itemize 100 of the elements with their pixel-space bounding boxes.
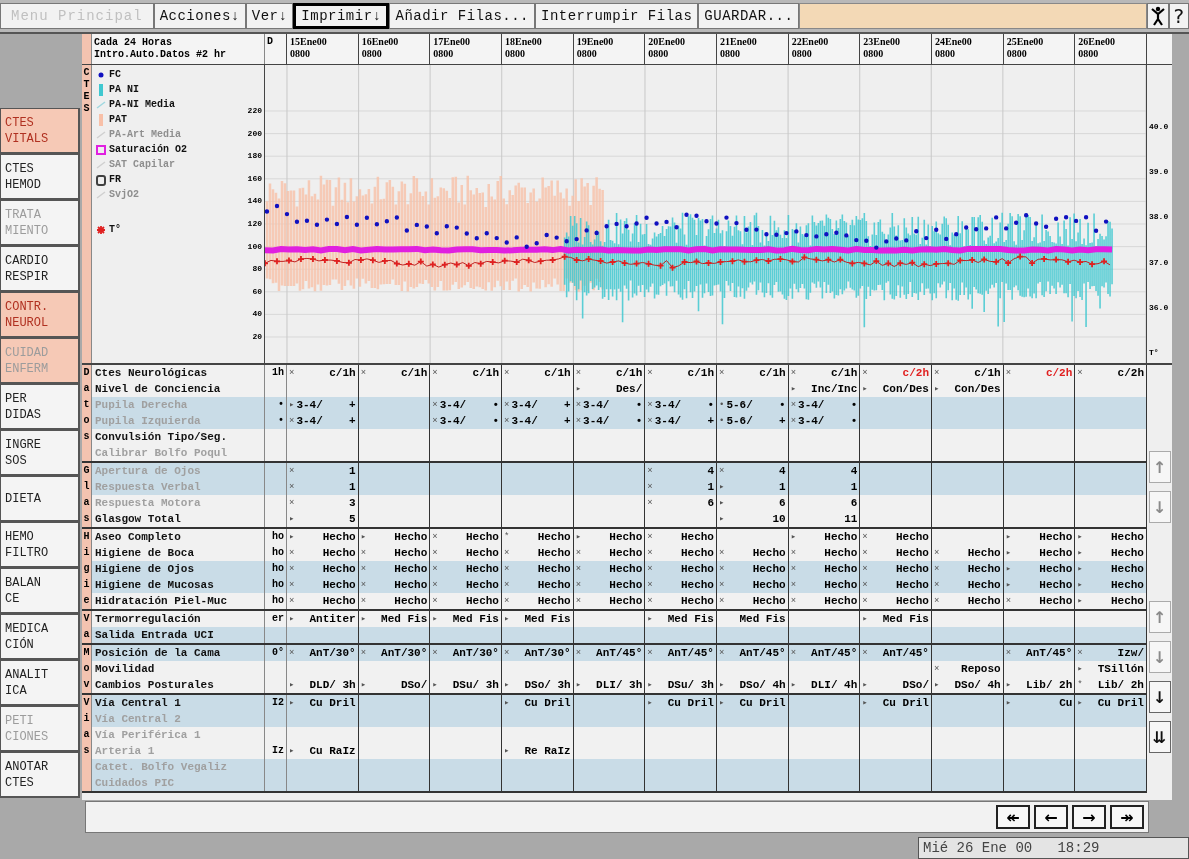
- table-cell: × Hecho: [788, 593, 861, 609]
- table-cell: ▸ DSo/: [860, 677, 932, 693]
- sidebar-tab[interactable]: CONTR. NEUROL: [0, 292, 80, 338]
- input-field[interactable]: [799, 3, 1147, 29]
- time-header: 0800: [791, 48, 813, 60]
- sidebar-tab[interactable]: CTES VITALS: [0, 108, 80, 154]
- table-cell: × Hecho: [287, 593, 359, 609]
- table-cell: ▸ DLI/ 3h: [573, 677, 646, 693]
- section-letter: a: [82, 627, 92, 643]
- axis-tick-label: 20: [251, 330, 262, 343]
- table-cell: 11: [788, 511, 861, 527]
- time-header: 0800: [1078, 48, 1100, 60]
- sidebar-tab[interactable]: MEDICA CIÓN: [0, 614, 80, 660]
- table-cell: × Hecho: [717, 593, 789, 609]
- scroll-button[interactable]: ⇊: [1148, 721, 1171, 753]
- date-header: 15Ene00: [290, 36, 328, 48]
- section-letter: V: [82, 611, 92, 627]
- section-letter: t: [82, 397, 92, 413]
- navigation-button[interactable]: →: [1072, 805, 1106, 829]
- toolbar-button[interactable]: Ver↓: [245, 3, 294, 29]
- section-letter: i: [82, 711, 92, 727]
- axis-tick-label: 100: [246, 240, 262, 253]
- table-cell: × Hecho: [860, 593, 932, 609]
- legend-label: SAT Capilar: [109, 159, 175, 170]
- date-header: 19Ene00: [576, 36, 615, 48]
- toolbar-button[interactable]: Interrumpir Filas: [535, 3, 699, 29]
- axis-tick-label: 60: [251, 285, 262, 298]
- clock-label: Mié 26 Ene 00 18:29: [918, 837, 1189, 859]
- time-header: 0800: [863, 48, 885, 60]
- sidebar-tab[interactable]: ANALIT ICA: [0, 660, 80, 706]
- section-letter: a: [82, 727, 92, 743]
- header-label: Cada 24 Horas: [94, 37, 173, 49]
- section-letter: T: [83, 79, 90, 91]
- table-cell: ▸ Hecho: [1075, 593, 1147, 609]
- axis-tick-label: 80: [251, 263, 262, 276]
- toolbar-button[interactable]: Añadir Filas...: [389, 3, 535, 29]
- sidebar-tab[interactable]: BALAN CE: [0, 568, 80, 614]
- date-header: 22Ene00: [791, 36, 830, 48]
- axis-tick-label: 36.0: [1149, 301, 1170, 314]
- section-letter: i: [82, 577, 92, 593]
- person-icon: [1150, 6, 1166, 26]
- legend-label: SvjO2: [109, 189, 139, 200]
- time-header: 0800: [361, 48, 383, 60]
- table-cell: × Hecho: [1003, 593, 1076, 609]
- section-letter: l: [82, 479, 92, 495]
- date-header: 26Ene00: [1078, 36, 1116, 48]
- toolbar-button[interactable]: Acciones↓: [153, 3, 246, 29]
- sidebar-tab[interactable]: HEMO FILTRO: [0, 522, 80, 568]
- axis-tick-label: T°: [1149, 346, 1160, 359]
- table-cell: ▸ DLI/ 4h: [788, 677, 861, 693]
- axis-tick-label: 180: [246, 150, 262, 163]
- axis-tick-label: 160: [246, 172, 262, 185]
- sidebar-tab[interactable]: PER DIDAS: [0, 384, 80, 430]
- table-cell: × Hecho: [573, 593, 646, 609]
- toolbar-button[interactable]: GUARDAR...: [698, 3, 800, 29]
- toolbar-button[interactable]: Imprimir↓: [293, 3, 390, 29]
- axis-tick-label: 120: [246, 217, 262, 230]
- axis-tick-label: 38.0: [1149, 211, 1170, 224]
- letter-strip: [82, 445, 92, 461]
- sidebar-tab[interactable]: CTES HEMOD: [0, 154, 80, 200]
- date-header: 23Ene00: [863, 36, 901, 48]
- table-cell: * Lib/ 2h: [1075, 677, 1147, 693]
- table-cell: × Hecho: [932, 593, 1004, 609]
- section-letter: o: [82, 413, 92, 429]
- legend-label: PA-NI Media: [109, 99, 175, 110]
- table-cell: ▸ 5: [287, 511, 359, 527]
- table-cell: × Hecho: [502, 593, 574, 609]
- section-letter: s: [82, 743, 92, 759]
- section-letter: g: [82, 561, 92, 577]
- table-cell: ▸ DLD/ 3h: [287, 677, 359, 693]
- table-cell: × Hecho: [430, 593, 502, 609]
- sidebar-tab[interactable]: ANOTAR CTES: [0, 752, 80, 798]
- person-button[interactable]: [1147, 3, 1169, 29]
- section-letter: s: [82, 511, 92, 527]
- table-cell: ▸ Lib/ 2h: [1003, 677, 1076, 693]
- time-header: 0800: [1006, 48, 1028, 60]
- section-letter: V: [82, 695, 92, 711]
- date-header: 17Ene00: [433, 36, 471, 48]
- sidebar-tab[interactable]: INGRE SOS: [0, 430, 80, 476]
- legend-label: T°: [109, 224, 121, 235]
- date-header: 20Ene00: [648, 36, 686, 48]
- row-label: Calibrar Bolfo Poqul: [92, 445, 265, 461]
- section-letter: s: [82, 429, 92, 445]
- navigation-button[interactable]: ←: [1034, 805, 1068, 829]
- help-button[interactable]: ?: [1169, 3, 1189, 29]
- row-label: Cuidados PIC: [92, 775, 265, 791]
- table-cell: ▸ DSu/ 3h: [430, 677, 502, 693]
- navigation-button[interactable]: ↠: [1110, 805, 1144, 829]
- axis-tick-label: 220: [246, 105, 262, 117]
- date-header: 16Ene00: [361, 36, 400, 48]
- table-cell: × Hecho: [358, 593, 431, 609]
- section-letter: a: [82, 495, 92, 511]
- axis-tick-label: 40: [251, 308, 262, 321]
- sidebar-tab[interactable]: CARDIO RESPIR: [0, 246, 80, 292]
- navigation-button[interactable]: ↞: [996, 805, 1030, 829]
- scroll-button[interactable]: ↓: [1148, 681, 1171, 713]
- section-letter: e: [82, 593, 92, 609]
- row-label: Glasgow Total: [92, 511, 265, 527]
- date-header: 18Ene00: [505, 36, 543, 48]
- sidebar-tab[interactable]: DIETA: [0, 476, 80, 522]
